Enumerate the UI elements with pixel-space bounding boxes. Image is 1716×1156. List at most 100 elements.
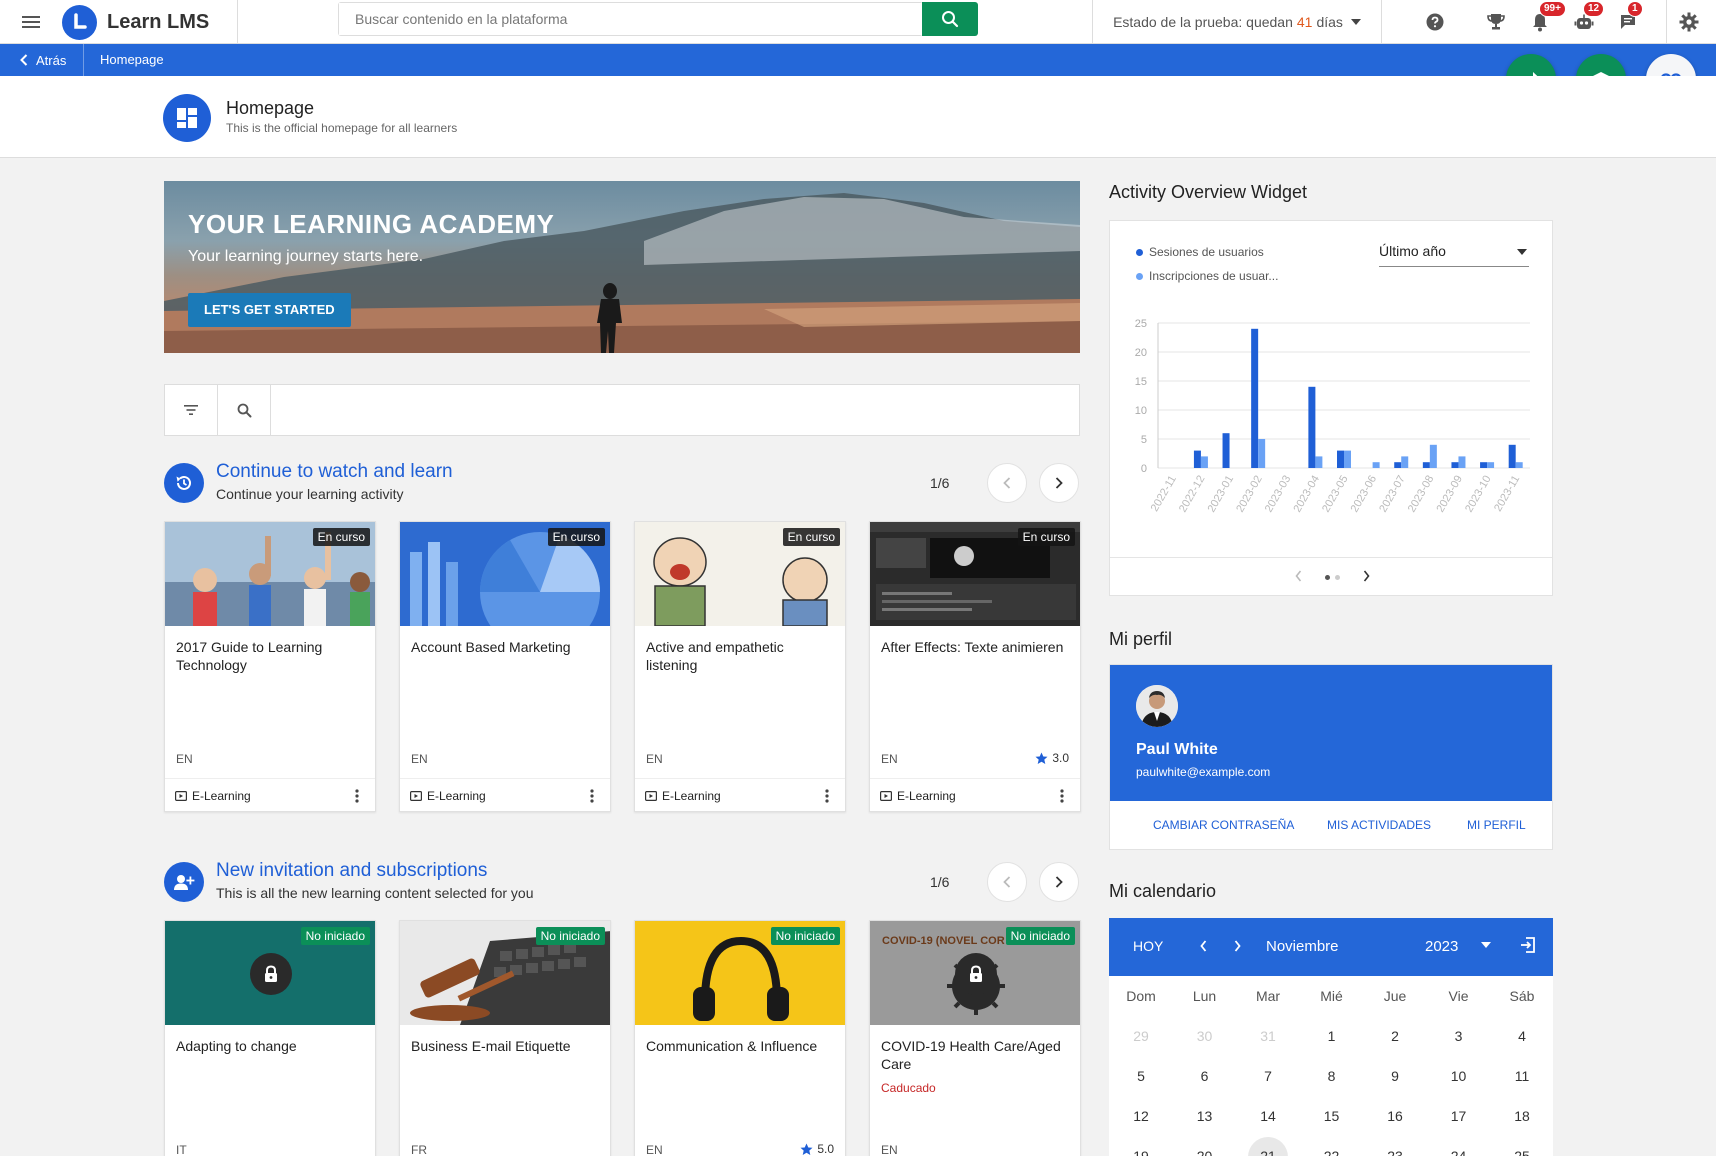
bar-sessions[interactable] — [1394, 462, 1402, 468]
calendar-day[interactable]: 24 — [1427, 1148, 1491, 1156]
settings-gear-icon[interactable] — [1676, 9, 1702, 35]
menu-icon[interactable] — [20, 11, 42, 33]
bar-sessions[interactable] — [1422, 462, 1430, 468]
calendar-day[interactable]: 3 — [1427, 1028, 1491, 1044]
notifications-bell-icon[interactable]: 99+ — [1527, 1, 1566, 35]
calendar-day[interactable]: 20 — [1173, 1148, 1237, 1156]
calendar-day[interactable]: 30 — [1173, 1028, 1237, 1044]
calendar-day[interactable]: 29 — [1109, 1028, 1173, 1044]
invite-section-title[interactable]: New invitation and subscriptions — [216, 860, 487, 882]
open-calendar-icon[interactable] — [1519, 936, 1539, 956]
bar-sessions[interactable] — [1451, 462, 1459, 468]
global-search-input[interactable] — [339, 3, 922, 35]
chat-icon[interactable]: 1 — [1615, 1, 1643, 35]
avatar[interactable] — [1136, 685, 1178, 727]
invite-next-button[interactable] — [1039, 862, 1079, 902]
bar-sessions[interactable] — [1480, 462, 1488, 468]
calendar-day[interactable]: 4 — [1490, 1028, 1554, 1044]
bar-enrollments[interactable] — [1258, 439, 1266, 468]
prev-month-button[interactable] — [1195, 938, 1211, 954]
more-options-icon[interactable] — [1054, 788, 1070, 804]
period-select[interactable]: Último año — [1379, 243, 1529, 267]
caret-down-icon[interactable] — [1481, 942, 1491, 948]
calendar-day[interactable]: 17 — [1427, 1108, 1491, 1124]
widget-next-button[interactable] — [1357, 567, 1375, 585]
calendar-day[interactable]: 10 — [1427, 1068, 1491, 1084]
legend-item-enrollments[interactable]: Inscripciones de usuar... — [1136, 269, 1278, 283]
calendar-month[interactable]: Noviembre — [1266, 938, 1339, 955]
catalog-search-button[interactable] — [218, 385, 271, 435]
widget-prev-button[interactable] — [1289, 567, 1307, 585]
bar-enrollments[interactable] — [1200, 456, 1208, 468]
continue-next-button[interactable] — [1039, 463, 1079, 503]
calendar-day[interactable]: 8 — [1300, 1068, 1364, 1084]
calendar-day[interactable]: 11 — [1490, 1068, 1554, 1084]
calendar-day[interactable]: 19 — [1109, 1148, 1173, 1156]
bar-sessions[interactable] — [1222, 433, 1230, 468]
legend-item-sessions[interactable]: Sesiones de usuarios — [1136, 245, 1264, 259]
get-started-button[interactable]: LET'S GET STARTED — [188, 293, 351, 327]
my-profile-link[interactable]: MI PERFIL — [1467, 818, 1526, 832]
calendar-year[interactable]: 2023 — [1425, 938, 1458, 955]
calendar-day[interactable]: 14 — [1236, 1108, 1300, 1124]
pagination-dot-active[interactable] — [1325, 575, 1330, 580]
course-card[interactable]: No iniciado Business E-mail Etiquette FR — [399, 920, 611, 1156]
course-card[interactable]: En curso Active and empathetic listening… — [634, 521, 846, 812]
my-activities-link[interactable]: MIS ACTIVIDADES — [1327, 818, 1431, 832]
calendar-day[interactable]: 18 — [1490, 1108, 1554, 1124]
bar-sessions[interactable] — [1308, 386, 1316, 468]
change-password-link[interactable]: CAMBIAR CONTRASEÑA — [1153, 818, 1294, 832]
trophy-icon[interactable] — [1483, 9, 1509, 35]
next-month-button[interactable] — [1229, 938, 1245, 954]
more-options-icon[interactable] — [584, 788, 600, 804]
bar-enrollments[interactable] — [1487, 462, 1495, 468]
today-button[interactable]: HOY — [1133, 938, 1163, 954]
help-icon[interactable] — [1422, 9, 1448, 35]
more-options-icon[interactable] — [349, 788, 365, 804]
calendar-day[interactable]: 16 — [1363, 1108, 1427, 1124]
trial-status-dropdown[interactable]: Estado de la prueba: quedan 41 días — [1092, 0, 1382, 44]
bar-enrollments[interactable] — [1372, 462, 1380, 468]
course-card[interactable]: No iniciado Adapting to change IT — [164, 920, 376, 1156]
back-button[interactable]: Atrás — [20, 44, 66, 76]
bar-enrollments[interactable] — [1458, 456, 1466, 468]
calendar-day[interactable]: 5 — [1109, 1068, 1173, 1084]
course-card[interactable]: En curso After Effects: Texte animieren … — [869, 521, 1081, 812]
bar-sessions[interactable] — [1337, 450, 1344, 468]
calendar-day[interactable]: 6 — [1173, 1068, 1237, 1084]
bar-sessions[interactable] — [1251, 328, 1259, 468]
course-card[interactable]: En curso 2017 Guide to Learning Technolo… — [164, 521, 376, 812]
bar-sessions[interactable] — [1508, 444, 1516, 468]
course-card[interactable]: COVID-19 (NOVEL COR No iniciado COVID-19… — [869, 920, 1081, 1156]
calendar-day[interactable]: 1 — [1300, 1028, 1364, 1044]
bar-enrollments[interactable] — [1429, 444, 1437, 468]
calendar-day[interactable]: 12 — [1109, 1108, 1173, 1124]
course-card[interactable]: No iniciado Communication & Influence EN… — [634, 920, 846, 1156]
app-logo[interactable]: Learn LMS — [62, 0, 238, 44]
bar-enrollments[interactable] — [1315, 456, 1323, 468]
global-search[interactable] — [338, 2, 923, 36]
filter-button[interactable] — [165, 385, 218, 435]
calendar-day[interactable]: 21 — [1236, 1148, 1300, 1156]
calendar-day[interactable]: 13 — [1173, 1108, 1237, 1124]
bar-enrollments[interactable] — [1515, 462, 1523, 468]
bar-enrollments[interactable] — [1401, 456, 1409, 468]
calendar-day[interactable]: 9 — [1363, 1068, 1427, 1084]
bar-sessions[interactable] — [1193, 450, 1201, 468]
search-button[interactable] — [922, 2, 978, 36]
continue-prev-button[interactable] — [987, 463, 1027, 503]
invite-prev-button[interactable] — [987, 862, 1027, 902]
more-options-icon[interactable] — [819, 788, 835, 804]
calendar-day[interactable]: 31 — [1236, 1028, 1300, 1044]
course-card[interactable]: En curso Account Based Marketing EN E-Le… — [399, 521, 611, 812]
calendar-day[interactable]: 25 — [1490, 1148, 1554, 1156]
robot-icon[interactable]: 12 — [1571, 1, 1605, 35]
calendar-day[interactable]: 22 — [1300, 1148, 1364, 1156]
pagination-dot[interactable] — [1335, 575, 1340, 580]
continue-section-title[interactable]: Continue to watch and learn — [216, 461, 453, 483]
calendar-day[interactable]: 15 — [1300, 1108, 1364, 1124]
bar-enrollments[interactable] — [1344, 450, 1351, 468]
calendar-day[interactable]: 2 — [1363, 1028, 1427, 1044]
calendar-day[interactable]: 7 — [1236, 1068, 1300, 1084]
calendar-day[interactable]: 23 — [1363, 1148, 1427, 1156]
